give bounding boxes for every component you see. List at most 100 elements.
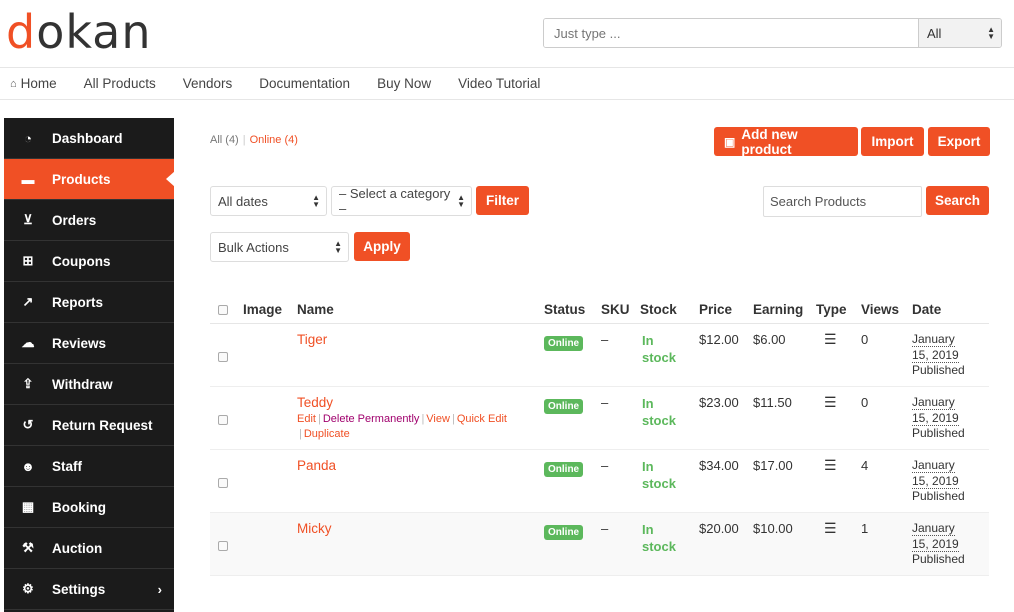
date-value: January 15, 2019 Published bbox=[912, 521, 965, 568]
sidebar-item-label: Settings bbox=[52, 581, 106, 597]
action-separator: | bbox=[451, 413, 455, 425]
bulk-actions-value: Bulk Actions bbox=[218, 239, 289, 255]
search-scope-value: All bbox=[927, 25, 942, 41]
home-icon: ⌂ bbox=[10, 77, 17, 90]
products-table: Image Name Status SKU Stock Price Earnin… bbox=[210, 294, 989, 576]
sidebar-item-reviews[interactable]: ☁ Reviews bbox=[4, 323, 174, 364]
sidebar-item-dashboard[interactable]: ◔ Dashboard bbox=[4, 118, 174, 159]
row-checkbox[interactable] bbox=[218, 478, 228, 488]
sidebar-item-return-request[interactable]: ↺ Return Request bbox=[4, 405, 174, 446]
col-price[interactable]: Price bbox=[699, 302, 732, 317]
views-value: 1 bbox=[861, 521, 869, 536]
nav-buy-now[interactable]: Buy Now bbox=[377, 76, 431, 91]
sidebar-item-orders[interactable]: ⊻ Orders bbox=[4, 200, 174, 241]
dates-select-value: All dates bbox=[218, 193, 268, 209]
sidebar-item-products[interactable]: ▬ Products bbox=[4, 159, 175, 200]
export-button[interactable]: Export bbox=[928, 127, 990, 156]
simple-product-icon: ☰ bbox=[824, 520, 837, 536]
publish-status: Published bbox=[912, 363, 965, 377]
calendar-icon: ▦ bbox=[21, 499, 35, 514]
filter-button[interactable]: Filter bbox=[476, 186, 529, 215]
row-checkbox[interactable] bbox=[218, 415, 228, 425]
col-date[interactable]: Date bbox=[912, 302, 941, 317]
sidebar-item-reports[interactable]: ↗ Reports bbox=[4, 282, 174, 323]
category-select[interactable]: – Select a category – ▲ ▼ bbox=[331, 186, 472, 216]
quick-edit-link[interactable]: Quick Edit bbox=[457, 413, 507, 425]
status-filter: All (4) | Online (4) bbox=[210, 134, 298, 146]
product-name-link[interactable]: Panda bbox=[297, 458, 336, 473]
sidebar-item-auction[interactable]: ⚒ Auction bbox=[4, 528, 174, 569]
gear-icon: ⚙ bbox=[22, 581, 34, 596]
filter-online-link[interactable]: Online (4) bbox=[250, 134, 298, 146]
table-row: Teddy Edit | Delete Permanently | View | Quick… bbox=[210, 387, 989, 450]
dates-select[interactable]: All dates ▲ ▼ bbox=[210, 186, 327, 216]
stock-line-1: In bbox=[642, 396, 654, 411]
status-badge: Online bbox=[544, 399, 584, 414]
sidebar-item-settings[interactable]: ⚙ Settings › bbox=[4, 569, 174, 610]
delete-permanently-link[interactable]: Delete Permanently bbox=[323, 413, 420, 425]
date-day-year: 15, 2019 bbox=[912, 347, 959, 363]
view-link[interactable]: View bbox=[426, 413, 450, 425]
table-row: Micky Online – In stock $20.00 $10.00 ☰ 1… bbox=[210, 513, 989, 576]
undo-icon: ↺ bbox=[22, 417, 34, 432]
site-search-input[interactable] bbox=[544, 19, 918, 47]
table-row: Tiger Online – In stock $12.00 $6.00 ☰ 0 … bbox=[210, 324, 989, 387]
filter-all-link[interactable]: All (4) bbox=[210, 134, 239, 146]
duplicate-link[interactable]: Duplicate bbox=[304, 428, 350, 440]
briefcase-icon: ▣ bbox=[724, 134, 736, 149]
sidebar-item-staff[interactable]: ☻ Staff bbox=[4, 446, 174, 487]
date-value: January 15, 2019 Published bbox=[912, 458, 965, 505]
col-name[interactable]: Name bbox=[297, 302, 334, 317]
sidebar-item-coupons[interactable]: ⊞ Coupons bbox=[4, 241, 174, 282]
col-views: Views bbox=[861, 302, 900, 317]
earning-value: $10.00 bbox=[753, 521, 793, 536]
sidebar-item-booking[interactable]: ▦ Booking bbox=[4, 487, 174, 528]
product-name-link[interactable]: Micky bbox=[297, 521, 332, 536]
gavel-icon: ⚒ bbox=[22, 540, 34, 555]
nav-vendors[interactable]: Vendors bbox=[183, 76, 233, 91]
search-button[interactable]: Search bbox=[926, 186, 989, 215]
nav-video-tutorial[interactable]: Video Tutorial bbox=[458, 76, 540, 91]
nav-home-label: Home bbox=[20, 76, 57, 91]
nav-all-products[interactable]: All Products bbox=[84, 76, 156, 91]
apply-button[interactable]: Apply bbox=[354, 232, 410, 261]
stock-line-2: stock bbox=[642, 539, 676, 554]
row-checkbox[interactable] bbox=[218, 541, 228, 551]
stock-status: In stock bbox=[642, 521, 676, 555]
top-navigation: ⌂ Home All Products Vendors Documentation… bbox=[0, 68, 1014, 100]
chevron-right-icon: › bbox=[157, 581, 162, 597]
sidebar-item-label: Booking bbox=[52, 499, 106, 515]
add-new-product-button[interactable]: ▣ Add new product bbox=[714, 127, 858, 157]
publish-status: Published bbox=[912, 426, 965, 440]
stock-line-1: In bbox=[642, 522, 654, 537]
col-type: Type bbox=[816, 302, 847, 317]
bulk-actions-select[interactable]: Bulk Actions ▲ ▼ bbox=[210, 232, 349, 262]
select-all-checkbox[interactable] bbox=[218, 305, 228, 315]
nav-home[interactable]: ⌂ Home bbox=[10, 76, 57, 91]
action-separator: | bbox=[421, 413, 425, 425]
sidebar-item-withdraw[interactable]: ⇪ Withdraw bbox=[4, 364, 174, 405]
product-search-input[interactable]: Search Products bbox=[763, 186, 922, 217]
product-name-link[interactable]: Teddy bbox=[297, 395, 333, 410]
select-arrows-icon: ▲ ▼ bbox=[334, 239, 342, 255]
dokan-logo[interactable]: dokan bbox=[6, 4, 152, 60]
publish-status: Published bbox=[912, 552, 965, 566]
nav-documentation[interactable]: Documentation bbox=[259, 76, 350, 91]
views-value: 0 bbox=[861, 395, 869, 410]
row-checkbox[interactable] bbox=[218, 352, 228, 362]
sidebar-item-label: Products bbox=[52, 171, 111, 187]
date-month: January bbox=[912, 521, 955, 536]
dashboard-icon: ◔ bbox=[24, 130, 32, 146]
price-value: $34.00 bbox=[699, 458, 739, 473]
price-value: $20.00 bbox=[699, 521, 739, 536]
import-button[interactable]: Import bbox=[861, 127, 924, 156]
search-scope-select[interactable]: All ▲ ▼ bbox=[918, 19, 1001, 47]
publish-status: Published bbox=[912, 489, 965, 503]
edit-link[interactable]: Edit bbox=[297, 413, 316, 425]
simple-product-icon: ☰ bbox=[824, 457, 837, 473]
select-arrows-icon: ▲ ▼ bbox=[312, 193, 320, 209]
col-stock: Stock bbox=[640, 302, 677, 317]
line-chart-icon: ↗ bbox=[22, 294, 34, 309]
upload-icon: ⇪ bbox=[22, 376, 34, 391]
product-name-link[interactable]: Tiger bbox=[297, 332, 327, 347]
